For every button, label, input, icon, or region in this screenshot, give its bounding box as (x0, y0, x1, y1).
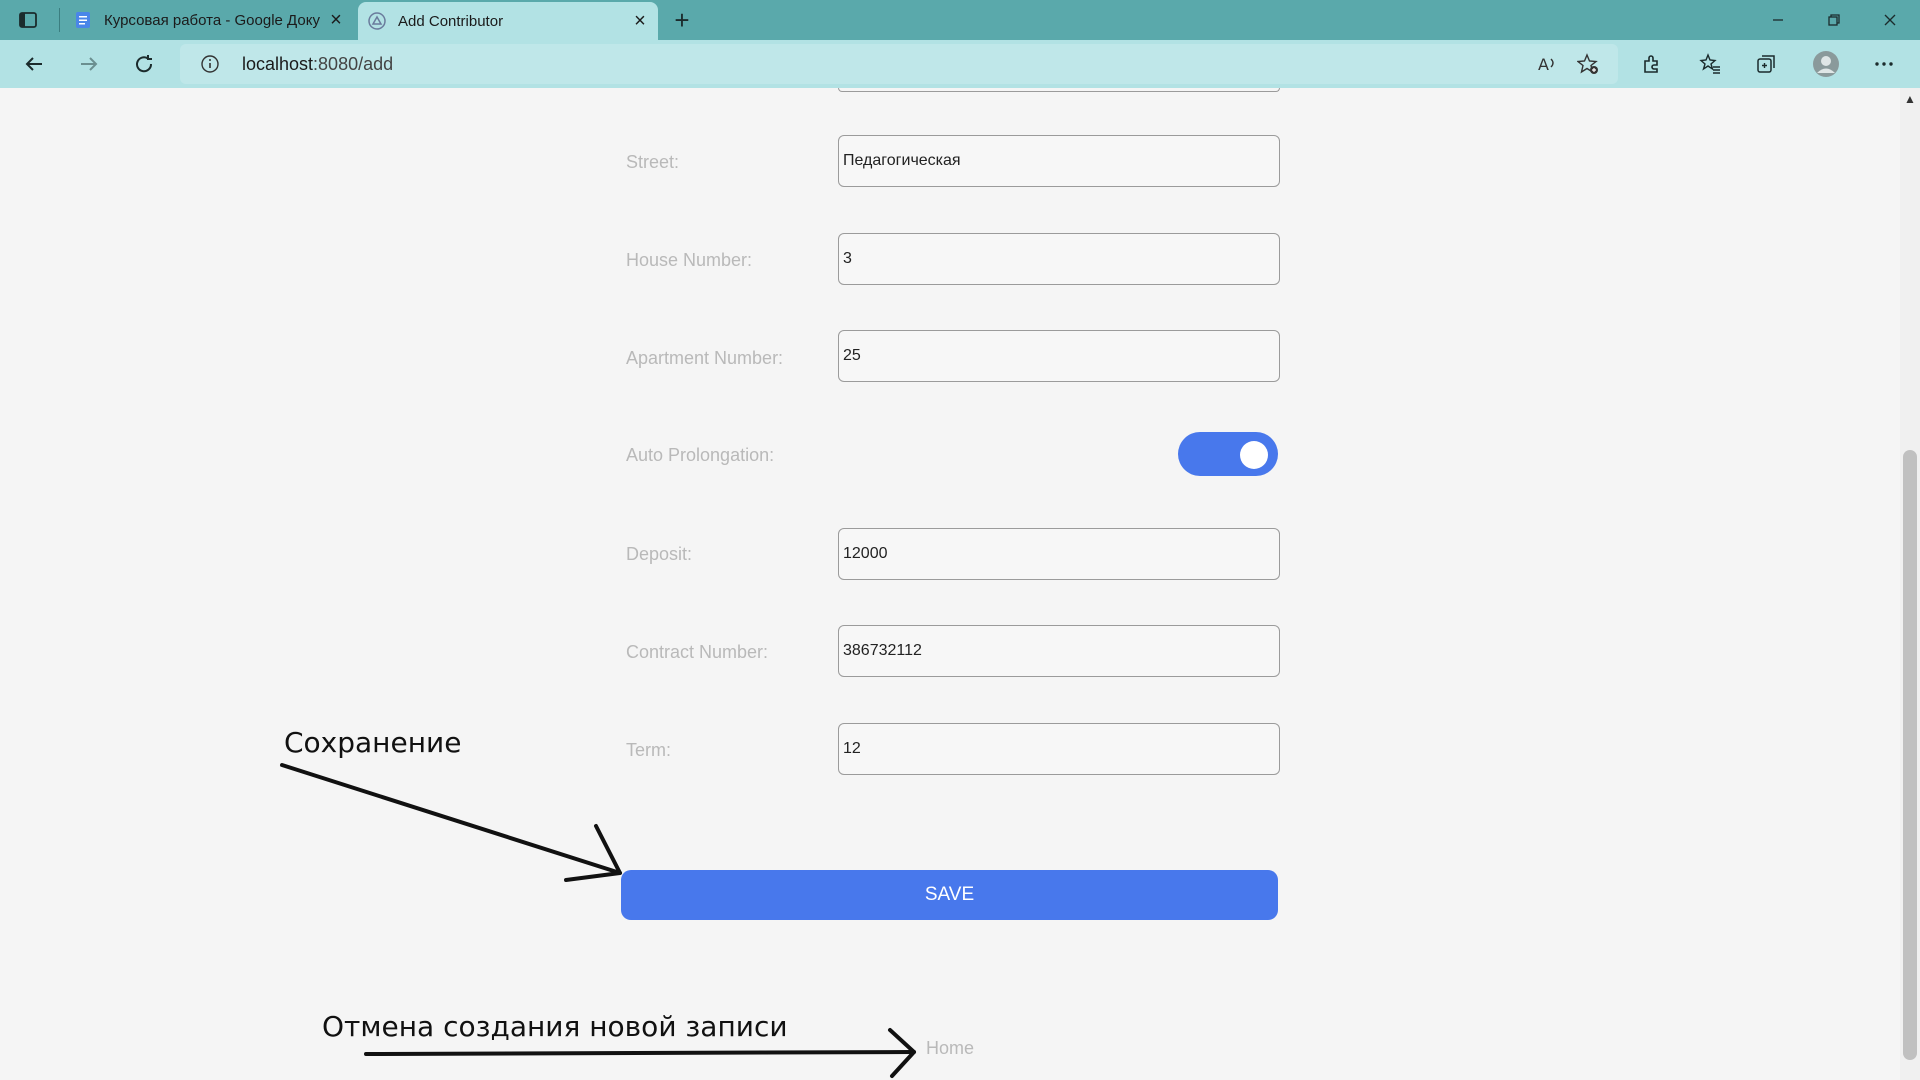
page-scrollbar[interactable]: ▲ (1900, 88, 1920, 1080)
save-arrow (280, 763, 622, 882)
cancel-arrow (364, 1028, 916, 1078)
scrollbar-thumb[interactable] (1903, 450, 1917, 1060)
scroll-up-icon[interactable]: ▲ (1904, 92, 1916, 106)
annotation-arrows (280, 763, 916, 1078)
